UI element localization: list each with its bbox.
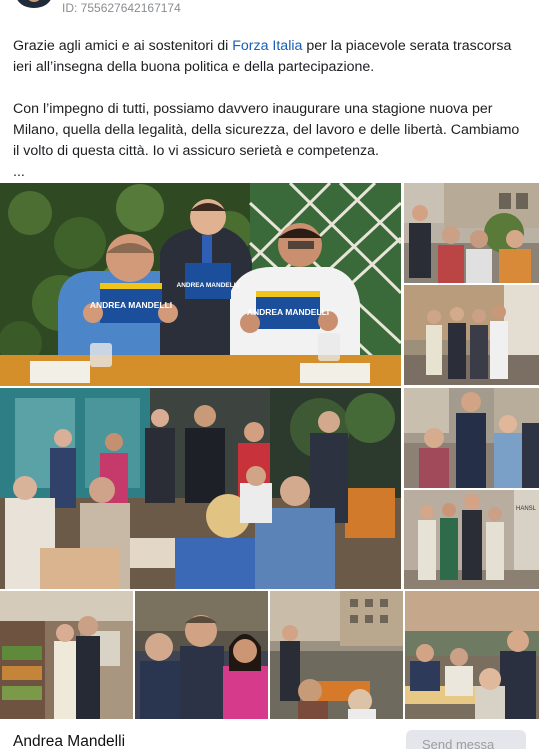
- photo-restaurant-applause[interactable]: [0, 388, 401, 589]
- post-header: ID: 755627642167174: [0, 0, 539, 18]
- flyer-labels: ANDREA MANDELLI ANDREA MANDELLI ANDREA M…: [90, 282, 329, 317]
- photo-main-flyers[interactable]: ANDREA MANDELLI ANDREA MANDELLI ANDREA M…: [0, 183, 401, 386]
- wall-sign-text: HANSL: [516, 506, 537, 512]
- avatar[interactable]: [16, 0, 52, 8]
- post-footer: Andrea Mandelli Send messa: [0, 719, 539, 749]
- post-paragraph-2: Con l’impegno di tutti, possiamo davvero…: [13, 101, 520, 159]
- photo-indoor-buffet[interactable]: [0, 591, 133, 719]
- photo-collage: ANDREA MANDELLI ANDREA MANDELLI ANDREA M…: [0, 183, 539, 719]
- photo-restaurant-applause-image: [0, 388, 401, 589]
- photo-crowd-tables[interactable]: [405, 591, 539, 719]
- flyer-name-3: ANDREA MANDELLI: [247, 307, 329, 317]
- photo-street-group-image: [404, 285, 539, 385]
- photo-terrace-tables[interactable]: [270, 591, 403, 719]
- forza-italia-link[interactable]: Forza Italia: [232, 38, 302, 54]
- photo-indoor-buffet-image: [0, 591, 133, 719]
- photo-outdoor-crowd-image: [404, 388, 539, 488]
- photo-crowd-tables-image: [405, 591, 539, 719]
- photo-outdoor-crowd[interactable]: [404, 388, 539, 488]
- photo-terrace-tables-image: [270, 591, 403, 719]
- paragraph-text: Grazie agli amici e ai sostenitori di: [13, 38, 233, 54]
- photo-street-group[interactable]: [404, 285, 539, 385]
- photo-street-left[interactable]: [404, 183, 539, 283]
- photo-street-left-image: [404, 183, 539, 283]
- post-id: ID: 755627642167174: [62, 1, 181, 15]
- post-paragraph-1: Grazie agli amici e ai sostenitori di Fo…: [13, 36, 528, 78]
- author-name[interactable]: Andrea Mandelli: [13, 733, 125, 749]
- see-more-link[interactable]: ...: [13, 162, 528, 183]
- photo-selfie-trio-image: [135, 591, 268, 719]
- facebook-post: ID: 755627642167174 Grazie agli amici e …: [0, 0, 539, 749]
- photo-wall-group[interactable]: HANSL: [404, 490, 539, 589]
- flyer-name-2: ANDREA MANDELLI: [177, 282, 240, 289]
- avatar-face: [26, 0, 42, 2]
- wall-sign: HANSL: [516, 506, 537, 512]
- photo-selfie-trio[interactable]: [135, 591, 268, 719]
- flyer-name-1: ANDREA MANDELLI: [90, 300, 172, 310]
- send-message-button[interactable]: Send messa: [406, 730, 526, 749]
- post-body-text: Grazie agli amici e ai sostenitori di Fo…: [13, 36, 528, 183]
